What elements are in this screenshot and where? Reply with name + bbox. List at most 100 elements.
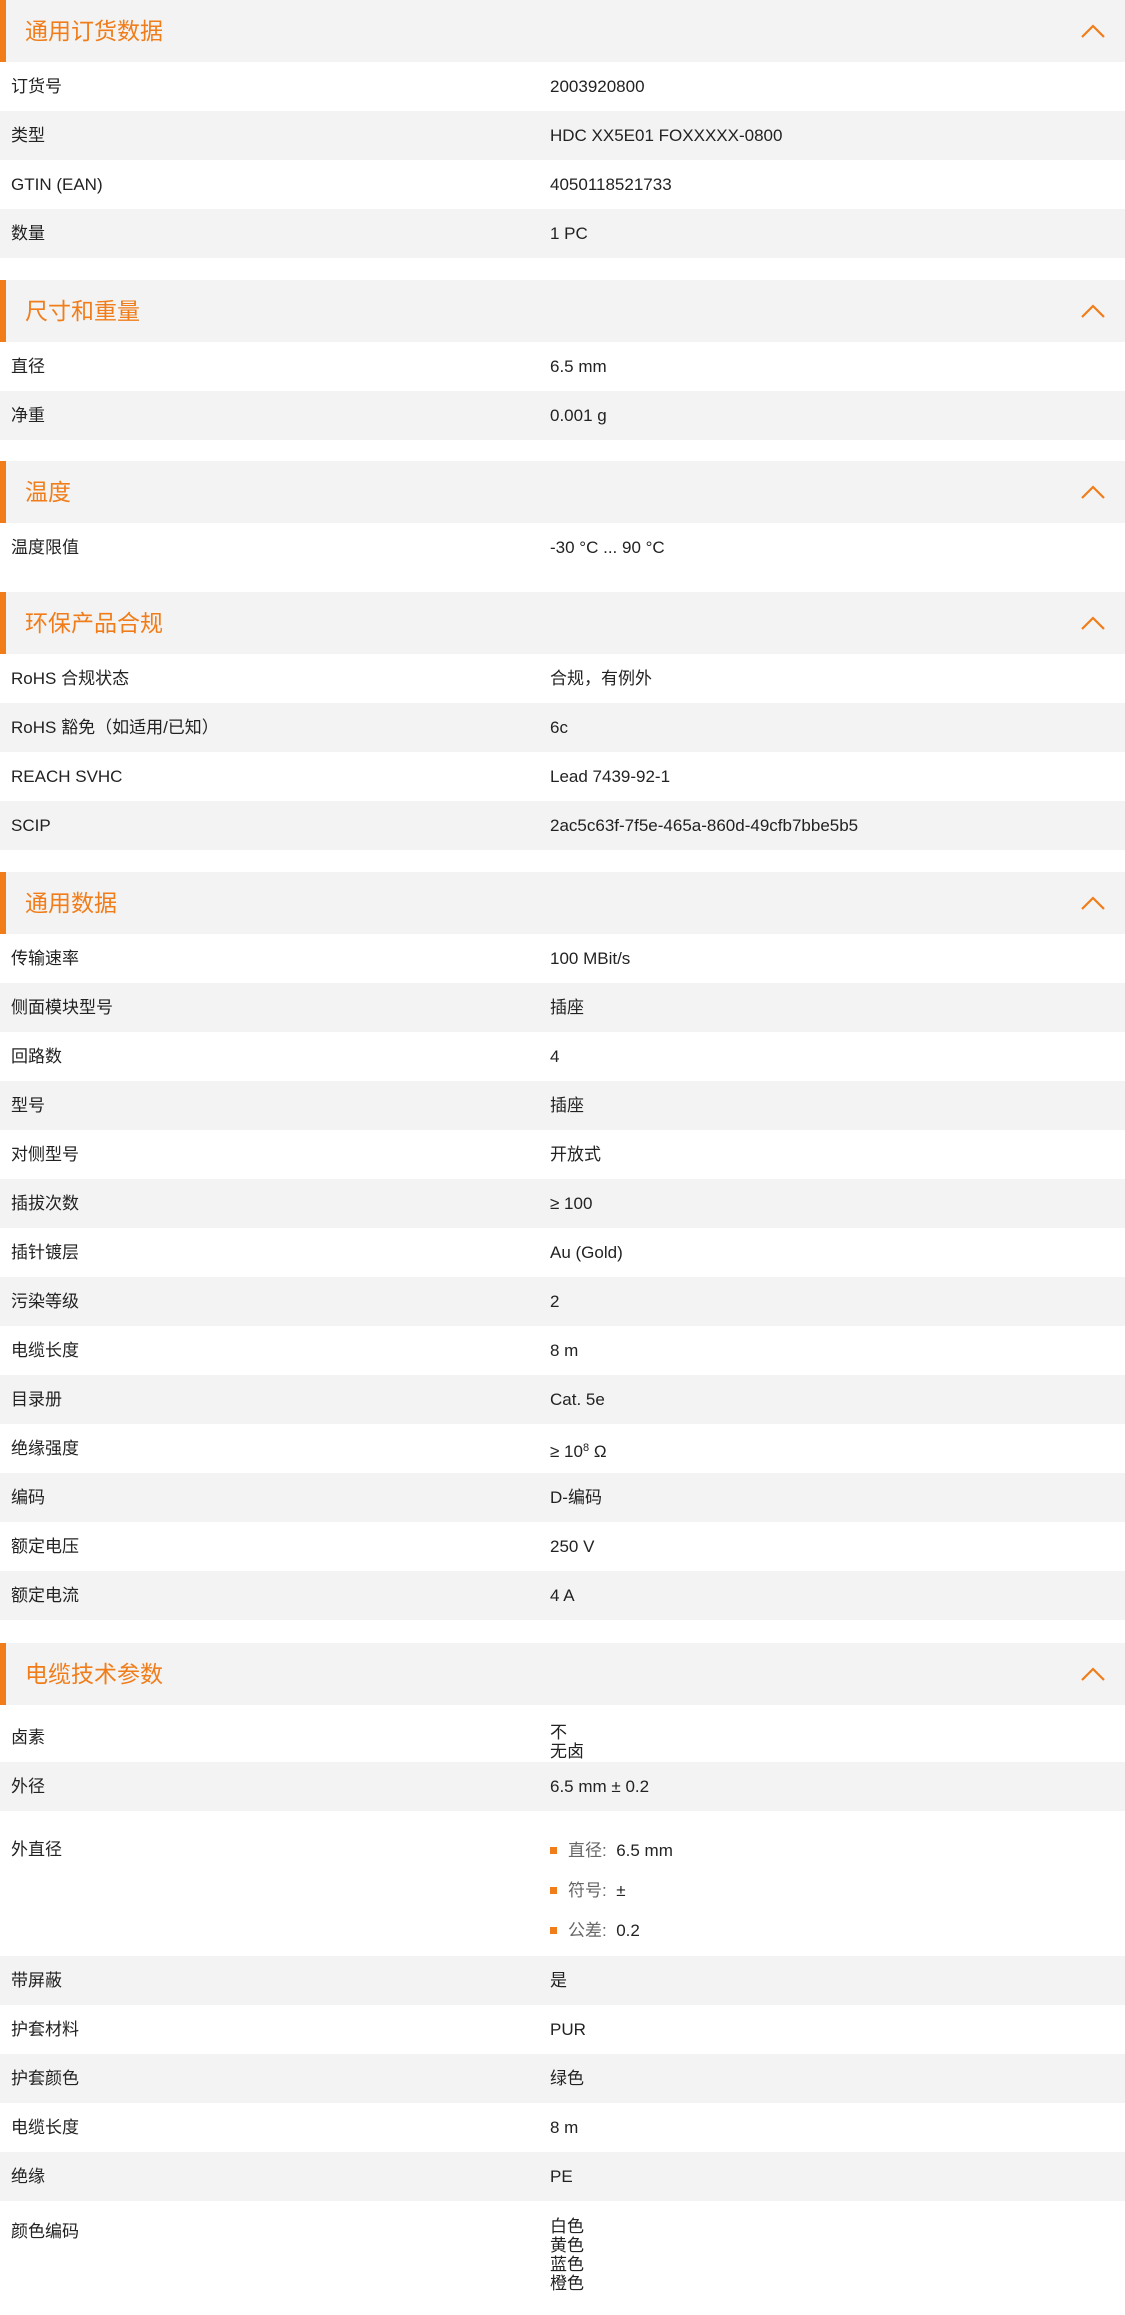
spec-value: 8 m <box>550 1341 579 1360</box>
spec-row: 净重 0.001 g <box>0 391 1125 440</box>
chevron-up-icon[interactable] <box>1079 297 1107 325</box>
spec-row: 颜色编码 白色 黄色 蓝色 橙色 <box>0 2201 1125 2296</box>
value-line: 无卤 <box>550 1742 584 1761</box>
spec-label: 类型 <box>11 126 45 145</box>
section-cable-specs: 电缆技术参数 卤素 不 无卤 外径 6.5 mm ± 0.2 外直径 直径: 6.… <box>0 1643 1125 2296</box>
bullet-marker <box>550 1927 557 1934</box>
spec-label: 目录册 <box>11 1390 62 1409</box>
spec-row: RoHS 豁免（如适用/已知） 6c <box>0 703 1125 752</box>
spec-value: 4 A <box>550 1586 575 1605</box>
spec-row: 传输速率 100 MBit/s <box>0 934 1125 983</box>
section-header[interactable]: 环保产品合规 <box>0 592 1125 654</box>
section-title: 尺寸和重量 <box>25 298 140 324</box>
spec-value: 是 <box>550 1971 567 1990</box>
spec-label: 颜色编码 <box>11 2222 79 2241</box>
spec-row: 类型 HDC XX5E01 FOXXXXX-0800 <box>0 111 1125 160</box>
spec-label: 卤素 <box>11 1728 45 1747</box>
spec-row: 额定电流 4 A <box>0 1571 1125 1620</box>
bullet-key: 公差: <box>568 1921 607 1940</box>
spec-row: 带屏蔽 是 <box>0 1956 1125 2005</box>
spec-row: 编码 D-编码 <box>0 1473 1125 1522</box>
spec-row: 插针镀层 Au (Gold) <box>0 1228 1125 1277</box>
value-line: 蓝色 <box>550 2255 584 2274</box>
spec-label: 插针镀层 <box>11 1243 79 1262</box>
chevron-up-icon[interactable] <box>1079 889 1107 917</box>
section-header[interactable]: 通用数据 <box>0 872 1125 934</box>
spec-value: 白色 黄色 蓝色 橙色 <box>550 2217 584 2293</box>
spec-row: 护套材料 PUR <box>0 2005 1125 2054</box>
bullet-value: 6.5 mm <box>616 1841 673 1860</box>
spec-value: 4 <box>550 1047 560 1066</box>
value-unit: Ω <box>589 1442 607 1461</box>
spec-value: -30 °C ... 90 °C <box>550 538 665 557</box>
spec-label: 净重 <box>11 406 45 425</box>
product-data-page: 通用订货数据 订货号 2003920800 类型 HDC XX5E01 FOXXXX… <box>0 0 1125 2315</box>
spec-row: 回路数 4 <box>0 1032 1125 1081</box>
spec-label: 数量 <box>11 224 45 243</box>
spec-value: 1 PC <box>550 224 588 243</box>
bullet-value: ± <box>616 1881 626 1900</box>
section-header[interactable]: 通用订货数据 <box>0 0 1125 62</box>
chevron-up-icon[interactable] <box>1079 478 1107 506</box>
spec-label: 直径 <box>11 357 45 376</box>
spec-row: 电缆长度 8 m <box>0 2103 1125 2152</box>
spec-value: 合规，有例外 <box>550 669 652 688</box>
section-dimensions-weight: 尺寸和重量 直径 6.5 mm 净重 0.001 g <box>0 280 1125 440</box>
spec-value: Au (Gold) <box>550 1243 623 1262</box>
spec-label: GTIN (EAN) <box>11 175 103 194</box>
spec-row: 数量 1 PC <box>0 209 1125 258</box>
spec-value: Lead 7439-92-1 <box>550 767 671 786</box>
spec-label: RoHS 合规状态 <box>11 669 130 688</box>
spec-label: 绝缘强度 <box>11 1439 79 1458</box>
spec-value: 8 m <box>550 2118 579 2137</box>
section-header[interactable]: 温度 <box>0 461 1125 523</box>
section-header[interactable]: 电缆技术参数 <box>0 1643 1125 1705</box>
spec-row: 护套颜色 绿色 <box>0 2054 1125 2103</box>
spec-value: 绿色 <box>550 2069 584 2088</box>
spec-label: 电缆长度 <box>11 2118 79 2137</box>
spec-row: 插拔次数 ≥ 100 <box>0 1179 1125 1228</box>
spec-label: 传输速率 <box>11 949 79 968</box>
section-title: 温度 <box>25 479 71 505</box>
spec-value: 不 无卤 <box>550 1723 584 1761</box>
section-environmental-compliance: 环保产品合规 RoHS 合规状态 合规，有例外 RoHS 豁免（如适用/已知） 6c… <box>0 592 1125 850</box>
chevron-up-icon[interactable] <box>1079 1660 1107 1688</box>
spec-label: 回路数 <box>11 1047 62 1066</box>
spec-value: 0.001 g <box>550 406 607 425</box>
spec-label: 污染等级 <box>11 1292 79 1311</box>
section-temperature: 温度 温度限值 -30 °C ... 90 °C <box>0 461 1125 572</box>
value-line: 白色 <box>550 2217 584 2236</box>
spec-label: 侧面模块型号 <box>11 998 113 1017</box>
chevron-up-icon[interactable] <box>1079 609 1107 637</box>
bullet-key: 直径: <box>568 1841 607 1860</box>
spec-value: 2003920800 <box>550 77 645 96</box>
bullet-list: 直径: 6.5 mm 符号: ± 公差: 0.2 <box>550 1841 673 1961</box>
value-line: 黄色 <box>550 2236 584 2255</box>
spec-label: 型号 <box>11 1096 45 1115</box>
spec-label: 外径 <box>11 1777 45 1796</box>
spec-row: 绝缘 PE <box>0 2152 1125 2201</box>
spec-value: Cat. 5e <box>550 1390 605 1409</box>
spec-value: 250 V <box>550 1537 595 1556</box>
spec-value: 6.5 mm <box>550 357 607 376</box>
spec-row: 型号 插座 <box>0 1081 1125 1130</box>
spec-row: 卤素 不 无卤 <box>0 1705 1125 1762</box>
spec-value: HDC XX5E01 FOXXXXX-0800 <box>550 126 783 145</box>
spec-value: 100 MBit/s <box>550 949 631 968</box>
section-title: 通用订货数据 <box>25 18 163 44</box>
spec-row: 污染等级 2 <box>0 1277 1125 1326</box>
spec-value: 2ac5c63f-7f5e-465a-860d-49cfb7bbe5b5 <box>550 816 859 835</box>
section-general-data: 通用数据 传输速率 100 MBit/s 侧面模块型号 插座 回路数 4 型号 插座 对… <box>0 872 1125 1620</box>
spec-label: RoHS 豁免（如适用/已知） <box>11 718 219 737</box>
spec-label: 护套颜色 <box>11 2069 79 2088</box>
spec-value: 开放式 <box>550 1145 601 1164</box>
spec-row: 目录册 Cat. 5e <box>0 1375 1125 1424</box>
spec-row: REACH SVHC Lead 7439-92-1 <box>0 752 1125 801</box>
spec-row: SCIP 2ac5c63f-7f5e-465a-860d-49cfb7bbe5b5 <box>0 801 1125 850</box>
section-header[interactable]: 尺寸和重量 <box>0 280 1125 342</box>
spec-value: 6c <box>550 718 568 737</box>
value-line: 不 <box>550 1723 567 1742</box>
chevron-up-icon[interactable] <box>1079 17 1107 45</box>
spec-row: 外径 6.5 mm ± 0.2 <box>0 1762 1125 1811</box>
spec-row: 外直径 直径: 6.5 mm 符号: ± 公差: 0.2 <box>0 1811 1125 1956</box>
